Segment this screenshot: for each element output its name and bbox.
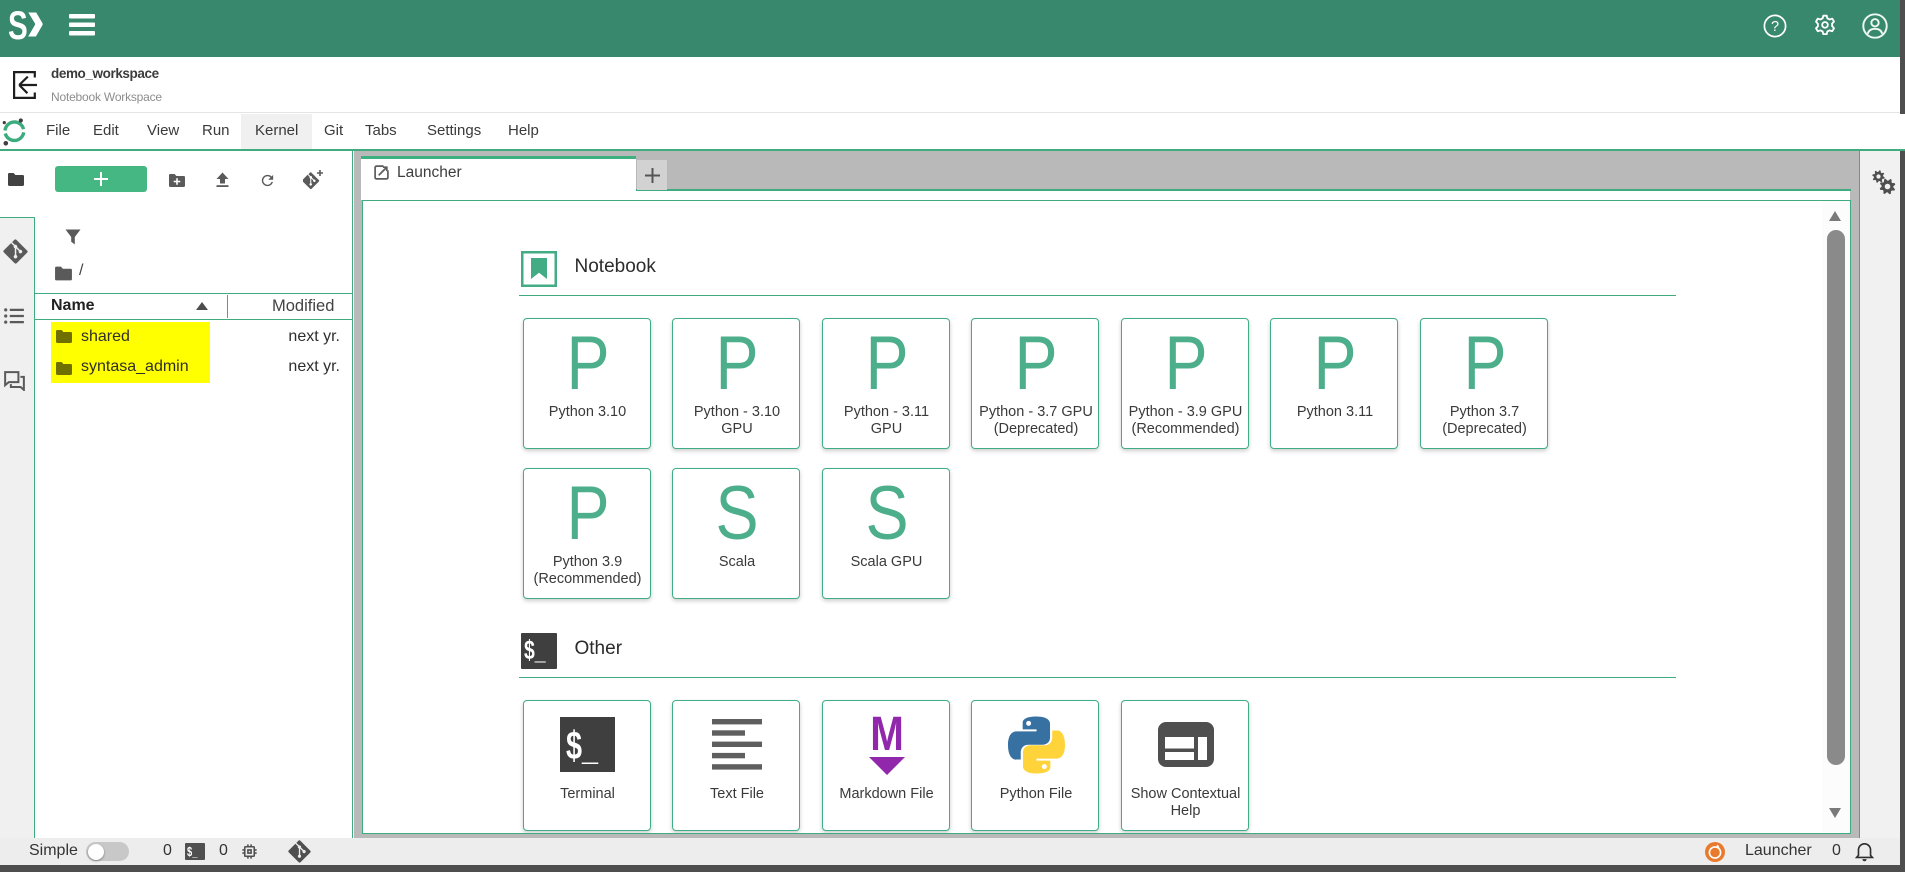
- svg-text:S: S: [8, 8, 28, 48]
- svg-text:M: M: [870, 714, 904, 761]
- svg-text:?: ?: [1771, 19, 1779, 35]
